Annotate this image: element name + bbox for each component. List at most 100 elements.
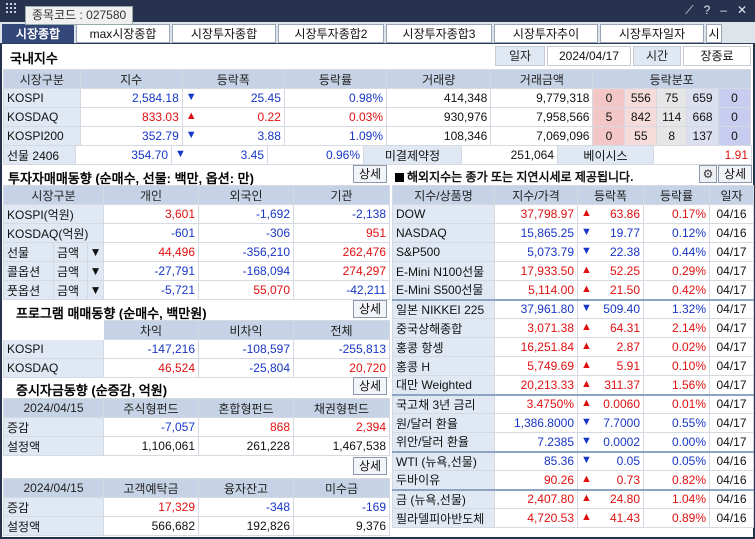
- index-value: 352.79: [79, 126, 183, 146]
- deposit-detail-button[interactable]: 상세: [353, 457, 387, 475]
- tab-market-invest-summary3[interactable]: 시장투자종합3: [386, 24, 492, 43]
- distribution-cell: 668: [686, 107, 719, 127]
- fund-row: 증감 -7,057 868 2,394: [3, 417, 390, 437]
- investor-row[interactable]: 풋옵션 금액 ▼ -5,721 55,070 -42,211: [3, 280, 391, 300]
- gear-icon[interactable]: ⚙: [699, 165, 717, 183]
- basis-label: 베이시스: [557, 145, 654, 165]
- overseas-row[interactable]: 홍콩 H 5,749.69 ▲ 5.91 0.10% 04/17: [392, 356, 754, 376]
- overseas-name[interactable]: 중국상해종합: [392, 318, 495, 338]
- distribution-cell: 55: [624, 126, 658, 146]
- overseas-change: ▲ 64.31: [577, 318, 644, 338]
- investor-unit-select[interactable]: 금액: [53, 261, 88, 281]
- futures-name[interactable]: 선물 2406: [3, 145, 76, 165]
- overseas-detail-button[interactable]: 상세: [718, 165, 752, 183]
- tab-overflow[interactable]: 시: [706, 24, 722, 43]
- tab-market-invest-trend[interactable]: 시장투자추이: [494, 24, 598, 43]
- tab-market-invest-daily[interactable]: 시장투자일자: [600, 24, 704, 43]
- up-arrow-icon: ▲: [581, 264, 592, 276]
- deposit-row-value: 9,376: [293, 516, 390, 536]
- investor-row[interactable]: KOSDAQ(억원) -601 -306 951: [2, 223, 391, 243]
- tab-market-invest-summary[interactable]: 시장투자종합: [172, 24, 276, 43]
- overseas-rate: 0.12%: [643, 223, 710, 243]
- index-name[interactable]: KOSPI200: [3, 126, 81, 146]
- overseas-name[interactable]: 일본 NIKKEI 225: [392, 299, 495, 319]
- overseas-name[interactable]: 국고채 3년 금리: [392, 394, 495, 414]
- index-row[interactable]: KOSPI200 352.79 ▼ 3.88 1.09% 108,346 7,069,096…: [3, 126, 751, 146]
- overseas-row[interactable]: S&P500 5,073.79 ▼ 22.38 0.44% 04/17: [392, 242, 754, 262]
- overseas-change: ▲ 0.0060: [577, 394, 644, 414]
- fund-detail-button[interactable]: 상세: [353, 377, 387, 395]
- overseas-row[interactable]: 위안/달러 환율 7.2385 ▼ 0.0002 0.00% 04/17: [392, 432, 754, 452]
- overseas-name[interactable]: 대만 Weighted: [392, 375, 495, 395]
- program-row-value: -255,813: [293, 339, 390, 359]
- overseas-row[interactable]: WTI (뉴욕,선물) 85.36 ▼ 0.05 0.05% 04/16: [392, 451, 754, 471]
- overseas-name[interactable]: 홍콩 H: [392, 356, 495, 376]
- chevron-down-icon[interactable]: ▼: [86, 261, 105, 281]
- help-icon[interactable]: ?: [704, 3, 711, 18]
- overseas-name[interactable]: 금 (뉴욕,선물): [392, 489, 495, 509]
- program-row: KOSPI -147,216 -108,597 -255,813: [3, 339, 390, 359]
- overseas-name[interactable]: 원/달러 환율: [392, 413, 495, 433]
- investor-row[interactable]: KOSPI(억원) 3,601 -1,692 -2,138: [2, 204, 391, 224]
- overseas-name[interactable]: WTI (뉴욕,선물): [392, 451, 495, 471]
- overseas-row[interactable]: 일본 NIKKEI 225 37,961.80 ▼ 509.40 1.32% 04/17: [392, 299, 754, 319]
- overseas-row[interactable]: DOW 37,798.97 ▲ 63.86 0.17% 04/16: [392, 204, 754, 224]
- fund-col-date: 2024/04/15: [3, 398, 104, 418]
- overseas-name[interactable]: 두바이유: [392, 470, 495, 490]
- overseas-row[interactable]: 중국상해종합 3,071.38 ▲ 64.31 2.14% 04/17: [392, 318, 754, 338]
- overseas-row[interactable]: E-Mini N100선물 17,933.50 ▲ 52.25 0.29% 04/17: [392, 261, 754, 281]
- open-interest-label: 미결제약정: [363, 145, 462, 165]
- program-detail-button[interactable]: 상세: [353, 300, 387, 318]
- down-arrow-icon: ▼: [581, 454, 592, 467]
- overseas-row[interactable]: 홍콩 항셍 16,251.84 ▲ 2.87 0.02% 04/17: [392, 337, 754, 357]
- index-row[interactable]: KOSPI 2,584.18 ▼ 25.45 0.98% 414,348 9,779,318…: [3, 88, 751, 108]
- index-row[interactable]: KOSDAQ 833.03 ▲ 0.22 0.03% 930,976 7,958,566 5 8…: [3, 107, 751, 127]
- overseas-name[interactable]: E-Mini N100선물: [392, 261, 495, 281]
- investor-value: 55,070: [198, 280, 295, 300]
- overseas-name[interactable]: S&P500: [392, 242, 495, 262]
- overseas-row[interactable]: E-Mini S500선물 5,114.00 ▲ 21.50 0.42% 04/17: [392, 280, 754, 300]
- up-arrow-icon: ▲: [581, 377, 592, 390]
- overseas-name[interactable]: 홍콩 항셍: [392, 337, 495, 357]
- up-arrow-icon: ▲: [581, 321, 592, 333]
- tab-market-summary[interactable]: 시장종합: [2, 24, 74, 43]
- tab-max-market-summary[interactable]: max시장종합: [76, 24, 170, 43]
- overseas-row[interactable]: 두바이유 90.26 ▲ 0.73 0.82% 04/16: [392, 470, 754, 490]
- overseas-row[interactable]: 원/달러 환율 1,386.8000 ▼ 7.7000 0.55% 04/17: [392, 413, 754, 433]
- index-volume: 414,348: [386, 88, 492, 108]
- investor-detail-button[interactable]: 상세: [353, 165, 387, 183]
- up-arrow-icon: ▲: [581, 359, 592, 371]
- investor-unit-select[interactable]: 금액: [53, 242, 88, 262]
- overseas-row[interactable]: 필라델피아반도체 4,720.53 ▲ 41.43 0.89% 04/16: [392, 508, 754, 528]
- index-name[interactable]: KOSDAQ: [3, 107, 81, 127]
- overseas-name[interactable]: DOW: [392, 204, 495, 224]
- investor-row[interactable]: 선물 금액 ▼ 44,496 -356,210 262,476: [3, 242, 391, 262]
- tab-market-invest-summary2[interactable]: 시장투자종합2: [278, 24, 384, 43]
- close-icon[interactable]: ✕: [737, 3, 747, 18]
- fund-row-value: 261,228: [198, 436, 294, 456]
- overseas-name[interactable]: 위안/달러 환율: [392, 432, 495, 452]
- overseas-price: 1,386.8000: [494, 413, 578, 433]
- overseas-name[interactable]: E-Mini S500선물: [392, 280, 495, 300]
- chevron-down-icon[interactable]: ▼: [86, 280, 105, 300]
- pin-icon[interactable]: ⟋: [685, 3, 693, 18]
- overseas-row[interactable]: 금 (뉴욕,선물) 2,407.80 ▲ 24.80 1.04% 04/16: [392, 489, 754, 509]
- overseas-row[interactable]: 국고채 3년 금리 3.4750% ▲ 0.0060 0.01% 04/17: [392, 394, 754, 414]
- overseas-name[interactable]: 필라델피아반도체: [392, 508, 495, 528]
- index-name[interactable]: KOSPI: [3, 88, 81, 108]
- grip-icon[interactable]: [6, 3, 16, 13]
- minimize-icon[interactable]: –: [720, 3, 727, 18]
- overseas-date: 04/16: [709, 451, 754, 471]
- investor-unit-select[interactable]: 금액: [53, 280, 88, 300]
- overseas-price: 15,865.25: [494, 223, 578, 243]
- date-field[interactable]: 2024/04/17: [547, 46, 631, 66]
- overseas-change: ▼ 19.77: [577, 223, 644, 243]
- investor-row[interactable]: 콜옵션 금액 ▼ -27,791 -168,094 274,297: [3, 261, 391, 281]
- down-arrow-icon: ▼: [185, 129, 197, 141]
- overseas-name[interactable]: NASDAQ: [392, 223, 495, 243]
- overseas-row[interactable]: NASDAQ 15,865.25 ▼ 19.77 0.12% 04/16: [392, 223, 754, 243]
- distribution-cell: 556: [624, 88, 658, 108]
- overseas-row[interactable]: 대만 Weighted 20,213.33 ▲ 311.37 1.56% 04/17: [392, 375, 754, 395]
- overseas-rate: 1.32%: [643, 299, 710, 319]
- chevron-down-icon[interactable]: ▼: [86, 242, 105, 262]
